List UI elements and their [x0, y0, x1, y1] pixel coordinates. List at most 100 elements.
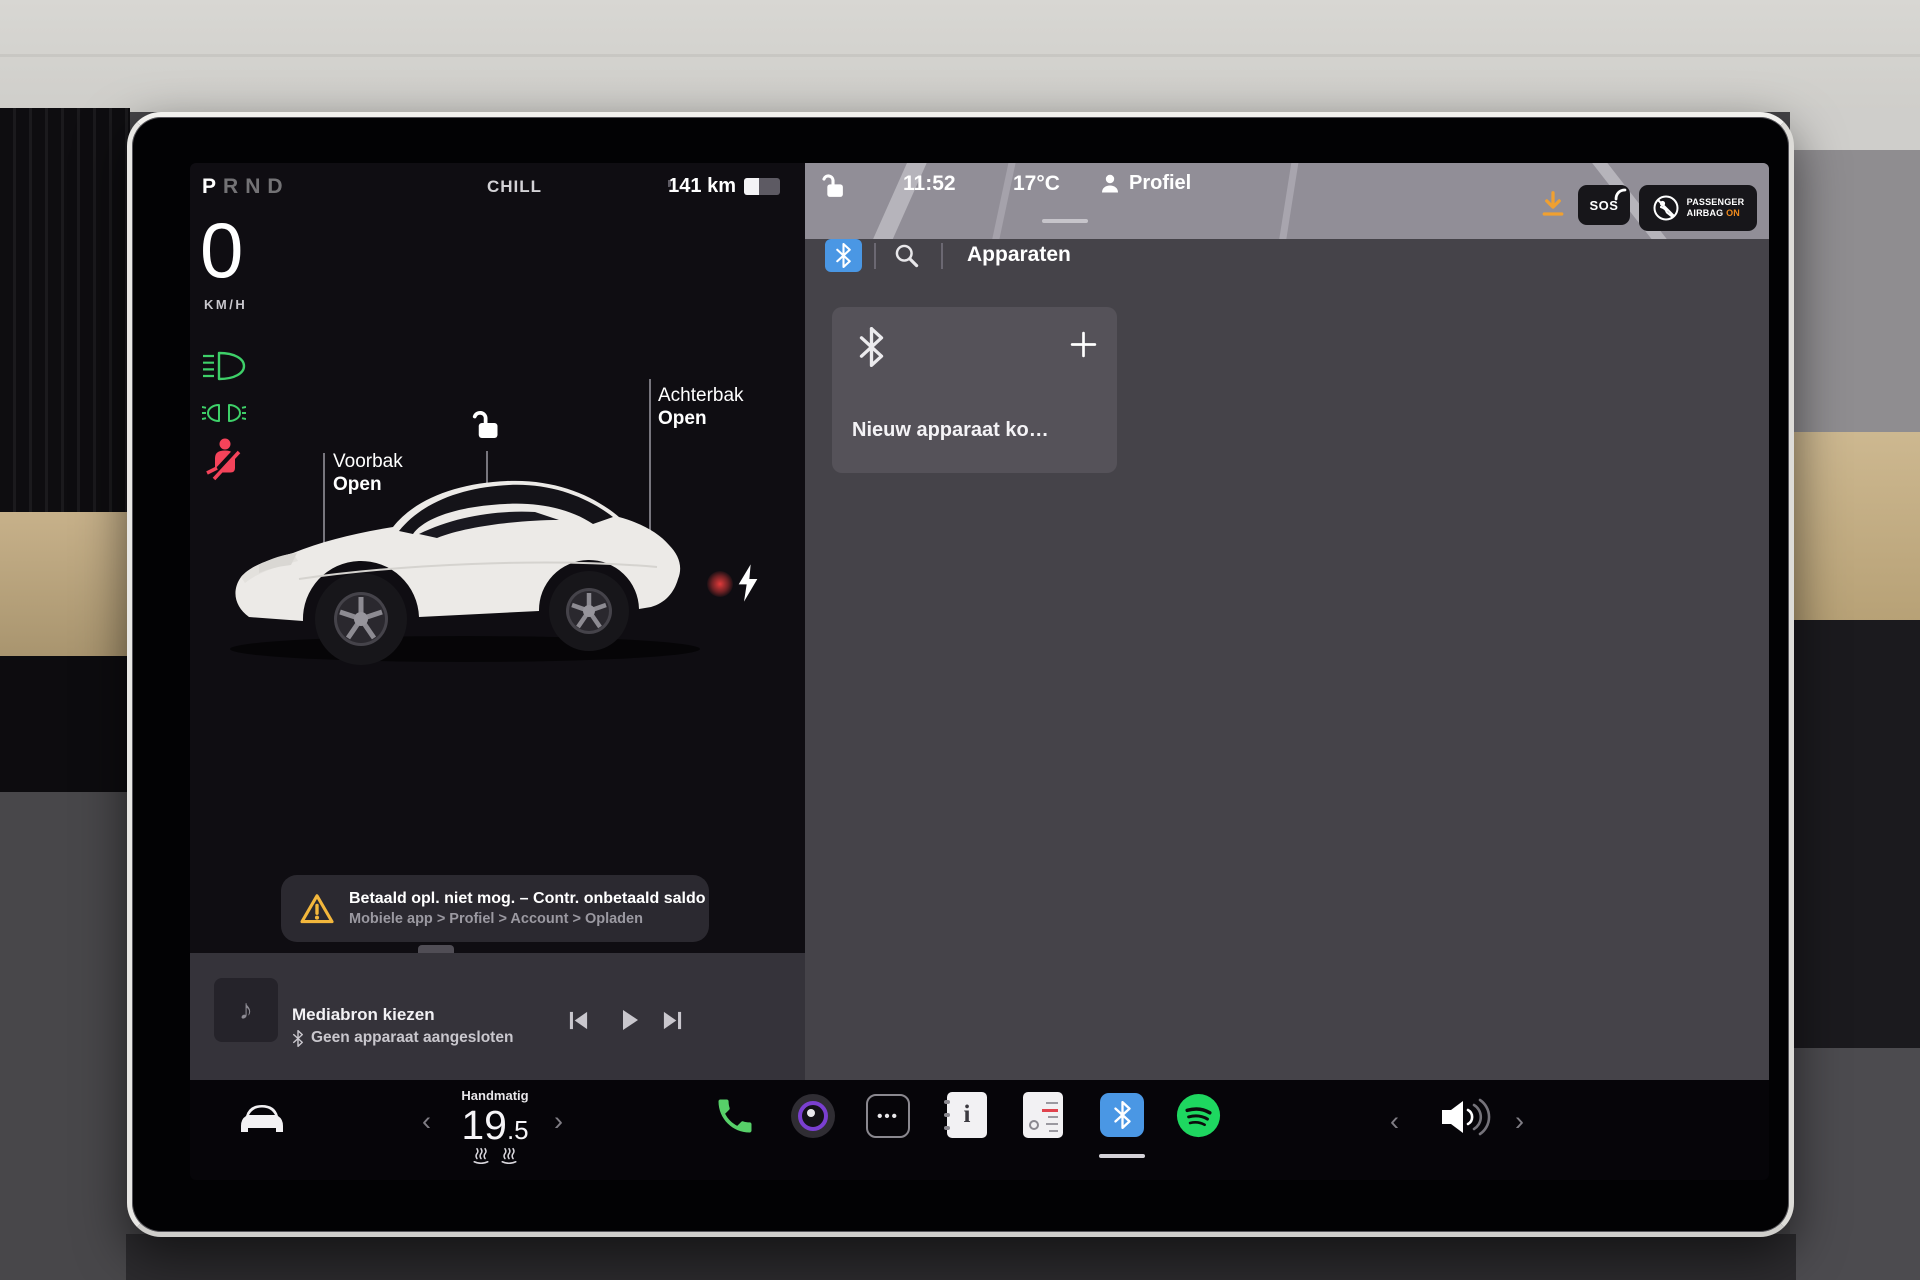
profile-icon [1098, 172, 1122, 196]
radio-tick [1049, 1130, 1058, 1132]
temp-increase-chevron[interactable]: › [554, 1108, 563, 1135]
alert-subtitle: Mobiele app > Profiel > Account > Oplade… [349, 909, 705, 929]
env-right-wood-trim [1790, 432, 1920, 622]
rear-defrost-icon [500, 1146, 518, 1164]
trunk-label: Achterbak [658, 384, 744, 407]
airbag-off-icon [1652, 194, 1680, 222]
spiral-tab [944, 1113, 950, 1117]
defrost-indicators [435, 1146, 555, 1164]
charge-port-glow [707, 571, 733, 597]
media-source-title[interactable]: Mediabron kiezen [292, 1005, 435, 1025]
bluetooth-app-icon[interactable] [1100, 1093, 1144, 1137]
previous-track-button[interactable] [568, 1010, 589, 1031]
env-right-wall [1790, 108, 1920, 154]
bluetooth-icon [1113, 1101, 1132, 1129]
map-road [1276, 163, 1302, 239]
airbag-line1: PASSENGER [1687, 197, 1745, 208]
spiral-tab [944, 1100, 950, 1104]
spotify-app-icon[interactable] [1176, 1093, 1221, 1138]
media-drag-handle[interactable] [418, 945, 454, 953]
battery-tip [668, 180, 671, 187]
radio-tick [1048, 1116, 1058, 1118]
radio-dial [1029, 1120, 1039, 1130]
gear-r[interactable]: R [223, 175, 245, 198]
parking-lights-icon [202, 403, 246, 423]
sos-badge[interactable]: SOS [1578, 185, 1630, 225]
gear-selector-display[interactable]: PRND [202, 175, 290, 199]
climate-temperature[interactable]: 19.5 [435, 1102, 555, 1149]
bluetooth-small-icon [292, 1030, 304, 1047]
temp-main: 19 [461, 1102, 507, 1148]
range-value: 141 km [668, 175, 736, 198]
env-left-pillar [0, 108, 130, 518]
bluetooth-icon [835, 243, 852, 268]
alert-toast[interactable]: Betaald opl. niet mog. – Contr. onbetaal… [281, 875, 709, 942]
airbag-line2: AIRBAG ON [1687, 208, 1745, 219]
bluetooth-tab[interactable] [825, 239, 862, 272]
new-device-card[interactable]: Nieuw apparaat ko… [832, 307, 1117, 473]
media-subtitle: Geen apparaat aangesloten [311, 1029, 513, 1047]
gear-d[interactable]: D [267, 175, 289, 198]
header-divider [874, 243, 876, 269]
header-divider [941, 243, 943, 269]
panel-title: Apparaten [967, 243, 1071, 267]
passenger-airbag-indicator: PASSENGER AIRBAG ON [1639, 185, 1757, 231]
battery-range[interactable]: 141 km [630, 175, 780, 198]
bluetooth-outline-icon [858, 327, 885, 367]
more-apps-button[interactable]: ••• [866, 1094, 910, 1138]
next-track-button[interactable] [662, 1010, 683, 1031]
manual-info-glyph: i [947, 1092, 987, 1138]
ellipsis-icon: ••• [877, 1108, 899, 1125]
vehicle-visualization [215, 421, 725, 666]
warning-triangle-icon [299, 892, 335, 926]
play-button[interactable] [620, 1008, 640, 1032]
center-touchscreen: PRND CHILL 141 km 0 KM/H Voorbak Open [127, 112, 1794, 1237]
speed-unit: KM/H [204, 297, 247, 312]
gear-p[interactable]: P [202, 175, 223, 198]
software-download-icon[interactable] [1536, 189, 1570, 219]
outside-temperature[interactable]: 17°C [1013, 172, 1060, 196]
radio-tick [1046, 1123, 1058, 1125]
add-device-button[interactable] [1068, 329, 1099, 360]
volume-down-chevron[interactable]: ‹ [1390, 1108, 1399, 1135]
airbag-text: PASSENGER AIRBAG ON [1687, 197, 1745, 219]
radio-tick [1046, 1102, 1058, 1104]
headlights-on-icon [201, 351, 247, 381]
spiral-tab [944, 1126, 950, 1130]
airbag-status: ON [1726, 208, 1740, 218]
drive-mode-label: CHILL [487, 177, 542, 197]
new-device-label: Nieuw apparaat ko… [852, 419, 1049, 442]
env-left-dash [0, 656, 130, 796]
app-dock: ‹ Handmatig 19.5 › ••• i [190, 1080, 1769, 1180]
music-note-icon: ♪ [239, 994, 253, 1026]
speed-value: 0 [200, 211, 243, 289]
profile-menu[interactable]: Profiel [1129, 172, 1191, 195]
sos-handset-icon [1614, 188, 1627, 201]
album-art-placeholder[interactable]: ♪ [214, 978, 278, 1042]
media-player: ♪ Mediabron kiezen Geen apparaat aangesl… [190, 953, 805, 1080]
lock-open-status-icon[interactable] [820, 173, 845, 200]
env-left-floor [0, 792, 130, 1280]
env-right-floor [1790, 1048, 1920, 1280]
temp-decrease-chevron[interactable]: ‹ [422, 1108, 431, 1135]
dashcam-lens-highlight [807, 1109, 815, 1117]
env-right-dash [1790, 620, 1920, 1050]
phone-app-icon[interactable] [713, 1094, 757, 1138]
alert-texts: Betaald opl. niet mog. – Contr. onbetaal… [349, 888, 705, 929]
panel-drag-handle[interactable] [1042, 219, 1088, 223]
climate-mode-label: Handmatig [435, 1088, 555, 1103]
volume-speaker-icon[interactable] [1438, 1096, 1492, 1138]
background-wall-seam [0, 54, 1920, 57]
media-subtitle-row: Geen apparaat aangesloten [292, 1029, 513, 1047]
clock: 11:52 [903, 172, 956, 196]
car-controls-icon[interactable] [235, 1096, 289, 1136]
charge-bolt-icon[interactable] [736, 563, 760, 603]
gear-n[interactable]: N [245, 175, 267, 198]
manual-app-icon[interactable]: i [947, 1092, 987, 1138]
search-icon[interactable] [893, 242, 920, 269]
dashcam-app-icon[interactable] [791, 1094, 835, 1138]
active-app-indicator [1099, 1154, 1145, 1158]
volume-up-chevron[interactable]: › [1515, 1108, 1524, 1135]
radio-app-icon[interactable] [1023, 1092, 1063, 1138]
display-content: PRND CHILL 141 km 0 KM/H Voorbak Open [190, 163, 1769, 1180]
